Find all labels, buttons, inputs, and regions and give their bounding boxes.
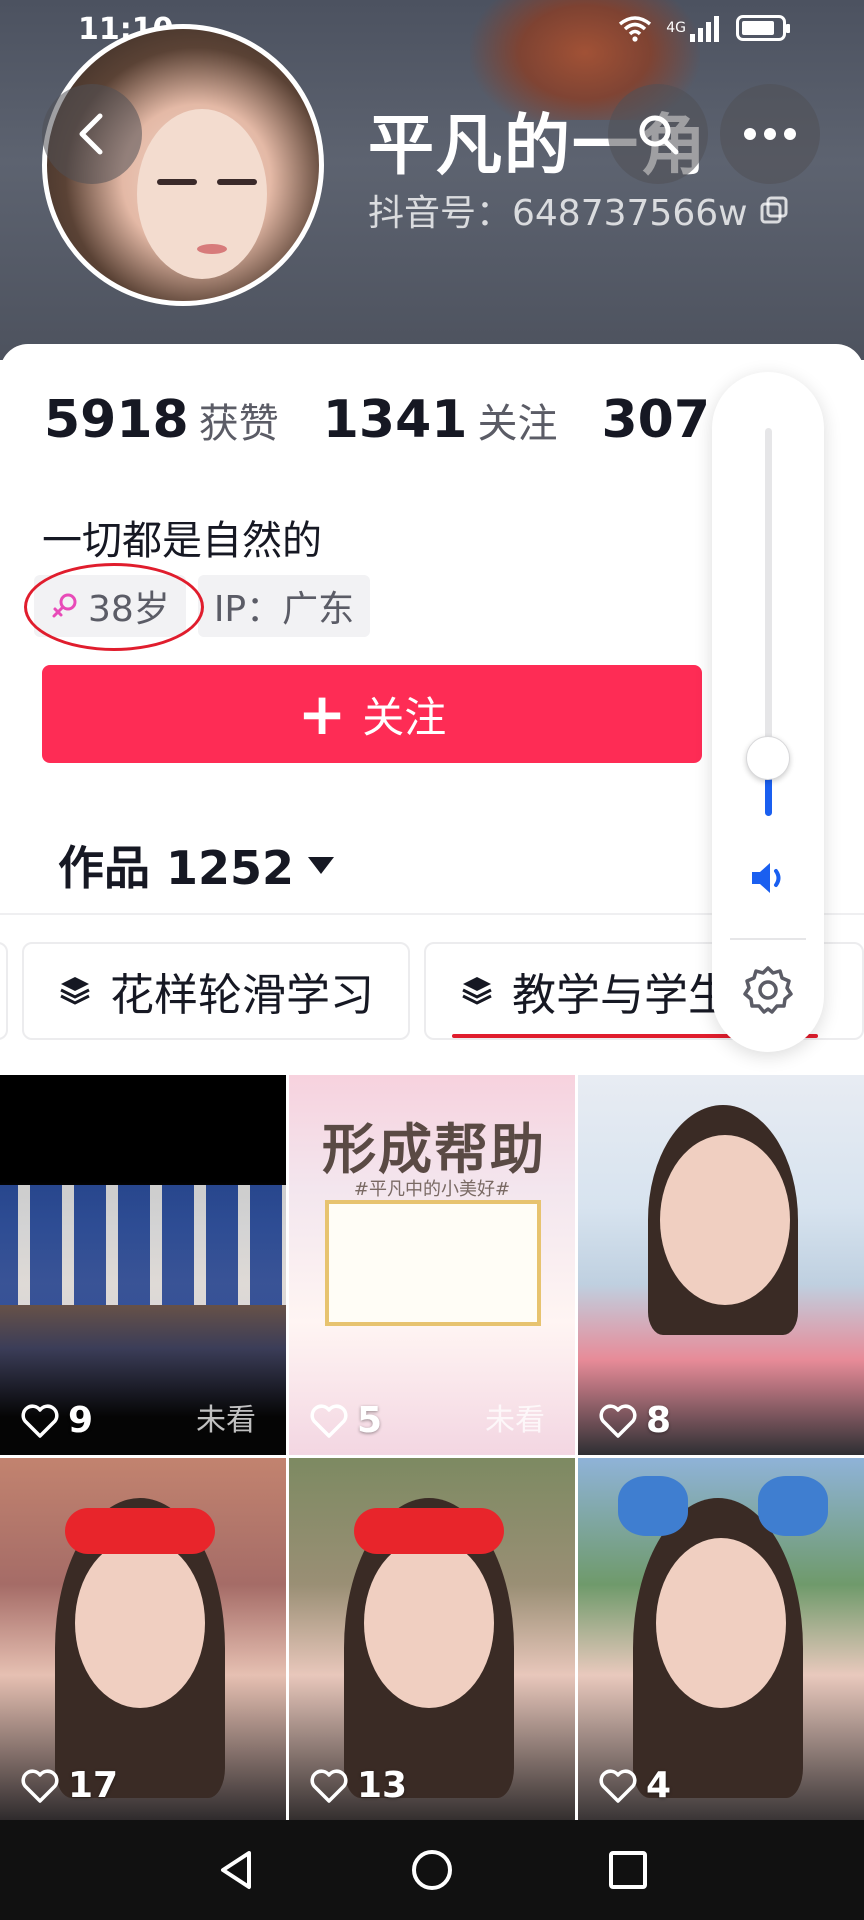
- nav-recents-icon[interactable]: [605, 1847, 651, 1893]
- stat-following[interactable]: 1341 关注: [323, 390, 558, 450]
- annotation-circle: [24, 563, 204, 651]
- more-icon: [744, 128, 796, 140]
- bio: 一切都是自然的: [42, 518, 322, 564]
- volume-panel: [712, 372, 824, 1052]
- follow-label: 关注: [362, 692, 447, 742]
- heart-icon: [310, 1404, 348, 1438]
- stat-following-label: 关注: [477, 401, 558, 447]
- like-count: 13: [309, 1765, 407, 1806]
- like-count-value: 9: [68, 1400, 94, 1441]
- video-thumbnail: [660, 1135, 790, 1305]
- video-thumbnail: [325, 1200, 541, 1326]
- video-thumbnail: [0, 1185, 286, 1305]
- video-tile[interactable]: 8: [578, 1075, 864, 1455]
- like-count: 8: [598, 1400, 671, 1441]
- video-thumbnail: [75, 1538, 205, 1708]
- heart-icon: [310, 1769, 348, 1803]
- video-thumbnail: [656, 1538, 786, 1708]
- video-hashtag: #平凡中的小美好#: [353, 1179, 511, 1200]
- search-button[interactable]: [608, 84, 708, 184]
- like-count-value: 13: [357, 1765, 408, 1806]
- video-headline: 形成帮助: [322, 1118, 546, 1181]
- stat-likes[interactable]: 5918 获赞: [44, 390, 279, 450]
- stat-followers-value: 307: [601, 390, 711, 450]
- video-tile[interactable]: 17: [0, 1458, 286, 1820]
- age-tag: 38岁: [24, 563, 204, 651]
- wifi-icon: [618, 14, 652, 42]
- like-count: 9: [20, 1400, 93, 1441]
- collection-item[interactable]: 花样轮滑学习: [22, 942, 410, 1040]
- like-count-value: 17: [68, 1765, 119, 1806]
- nav-home-icon[interactable]: [409, 1847, 455, 1893]
- profile-tags: 38岁 IP：广东: [24, 563, 371, 651]
- like-count: 4: [598, 1765, 671, 1806]
- stack-icon: [60, 977, 90, 1005]
- follow-button[interactable]: + 关注: [42, 665, 702, 763]
- collection-previous[interactable]: [0, 942, 8, 1040]
- like-count: 5: [309, 1400, 382, 1441]
- stat-following-value: 1341: [322, 390, 468, 450]
- works-tab[interactable]: 作品 1252: [58, 832, 335, 898]
- volume-slider-handle[interactable]: [746, 736, 790, 780]
- plus-icon: +: [297, 680, 347, 748]
- like-count-value: 8: [646, 1400, 672, 1441]
- ip-tag: IP：广东: [197, 575, 371, 637]
- video-tile[interactable]: 9 未看: [0, 1075, 286, 1455]
- gear-icon[interactable]: [742, 964, 794, 1016]
- unwatched-label: 未看: [485, 1403, 545, 1438]
- heart-icon: [21, 1769, 59, 1803]
- nav-back-icon[interactable]: [213, 1847, 259, 1893]
- stat-likes-value: 5918: [44, 390, 189, 450]
- like-count-value: 5: [357, 1400, 383, 1441]
- system-navigation-bar: [0, 1820, 864, 1920]
- copy-icon[interactable]: [760, 196, 788, 224]
- video-tile[interactable]: 形成帮助 #平凡中的小美好# 5 未看: [289, 1075, 575, 1455]
- collection-label: 花样轮滑学习: [110, 970, 374, 1021]
- like-count-value: 4: [646, 1765, 672, 1806]
- video-grid: 9 未看 形成帮助 #平凡中的小美好# 5 未看 8 17 13 4: [0, 1075, 864, 1820]
- volume-divider: [730, 938, 806, 940]
- heart-icon: [599, 1404, 637, 1438]
- caret-down-icon: [308, 856, 335, 874]
- battery-icon: [736, 15, 790, 41]
- more-button[interactable]: [720, 84, 820, 184]
- heart-icon: [599, 1769, 637, 1803]
- douyin-id: 抖音号：648737566w: [368, 193, 748, 234]
- unwatched-label: 未看: [196, 1403, 256, 1438]
- video-tile[interactable]: 4: [578, 1458, 864, 1820]
- video-thumbnail: [364, 1538, 494, 1708]
- stack-icon: [462, 977, 492, 1005]
- speaker-icon[interactable]: [748, 858, 790, 898]
- heart-icon: [21, 1404, 59, 1438]
- like-count: 17: [20, 1765, 118, 1806]
- back-button[interactable]: [42, 84, 142, 184]
- search-icon: [639, 115, 679, 155]
- video-tile[interactable]: 13: [289, 1458, 575, 1820]
- signal-icon: 4G: [666, 14, 722, 42]
- ip-label: IP：广东: [213, 589, 355, 630]
- network-type: 4G: [666, 20, 686, 36]
- back-icon: [79, 113, 103, 155]
- works-label: 作品 1252: [58, 841, 295, 895]
- stat-likes-label: 获赞: [198, 401, 279, 447]
- douyin-id-row[interactable]: 抖音号：648737566w: [368, 184, 788, 236]
